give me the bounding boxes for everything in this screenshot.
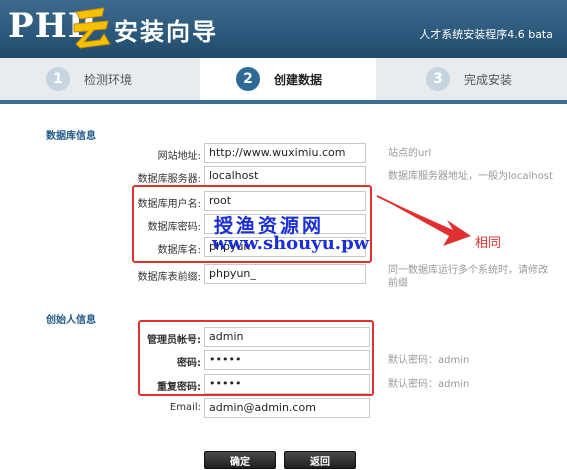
table-prefix-input[interactable]: phpyun_ xyxy=(204,264,366,284)
watermark-url: www.shouyu.pw xyxy=(212,233,370,254)
cloud-logo-icon xyxy=(73,7,111,49)
field-hint: 默认密码：admin xyxy=(388,379,470,390)
step-label: 检测环境 xyxy=(84,72,133,87)
field-hint: 默认密码：admin xyxy=(388,355,470,366)
arrow-icon xyxy=(376,195,471,246)
step-check-env: 1 检测环境 xyxy=(46,58,132,100)
header-bar: PHP 安装向导 人才系统安装程序4.6 bata xyxy=(0,0,567,58)
email-input[interactable]: admin@admin.com xyxy=(204,398,370,418)
form-row-table-prefix: 数据库表前缀: phpyun_ 同一数据库运行多个系统时，请修改 前缀 xyxy=(0,264,567,289)
field-hint: 数据库服务器地址，一般为localhost xyxy=(388,171,553,182)
field-hint-line: 前缀 xyxy=(388,278,408,289)
step-number: 1 xyxy=(46,67,70,91)
logo-title: 安装向导 xyxy=(114,18,218,46)
step-finish: 3 完成安装 xyxy=(426,58,512,100)
field-label: 数据库服务器: xyxy=(137,174,201,185)
field-label: 网站地址: xyxy=(157,151,201,162)
step-label: 创建数据 xyxy=(274,72,323,87)
step-label: 完成安装 xyxy=(464,72,513,87)
form-row-email: Email: admin@admin.com xyxy=(0,398,567,420)
step-bar: 1 检测环境 2 创建数据 3 完成安装 xyxy=(0,58,567,104)
step-number: 3 xyxy=(426,67,450,91)
field-hint: 站点的url xyxy=(388,148,432,159)
field-label: Email: xyxy=(169,402,201,413)
db-section-title: 数据库信息 xyxy=(46,131,96,142)
highlight-box-admin xyxy=(138,320,374,396)
step-number: 2 xyxy=(236,67,260,91)
admin-section-title: 创始人信息 xyxy=(46,315,96,326)
site-url-input[interactable]: http://www.wuximiu.com xyxy=(204,143,366,163)
step-create-data: 2 创建数据 xyxy=(200,58,376,100)
form-row-site-url: 网站地址: http://www.wuximiu.com 站点的url xyxy=(0,143,567,165)
same-annotation-label: 相同 xyxy=(475,236,502,251)
version-text: 人才系统安装程序4.6 bata xyxy=(419,28,553,41)
back-button[interactable]: 返回 xyxy=(284,451,356,469)
field-hint: 同一数据库运行多个系统时，请修改 前缀 xyxy=(388,264,548,290)
field-hint-line: 同一数据库运行多个系统时，请修改 xyxy=(388,265,548,276)
db-host-input[interactable]: localhost xyxy=(204,166,366,186)
confirm-button[interactable]: 确定 xyxy=(204,451,276,469)
field-label: 数据库表前缀: xyxy=(137,272,201,283)
